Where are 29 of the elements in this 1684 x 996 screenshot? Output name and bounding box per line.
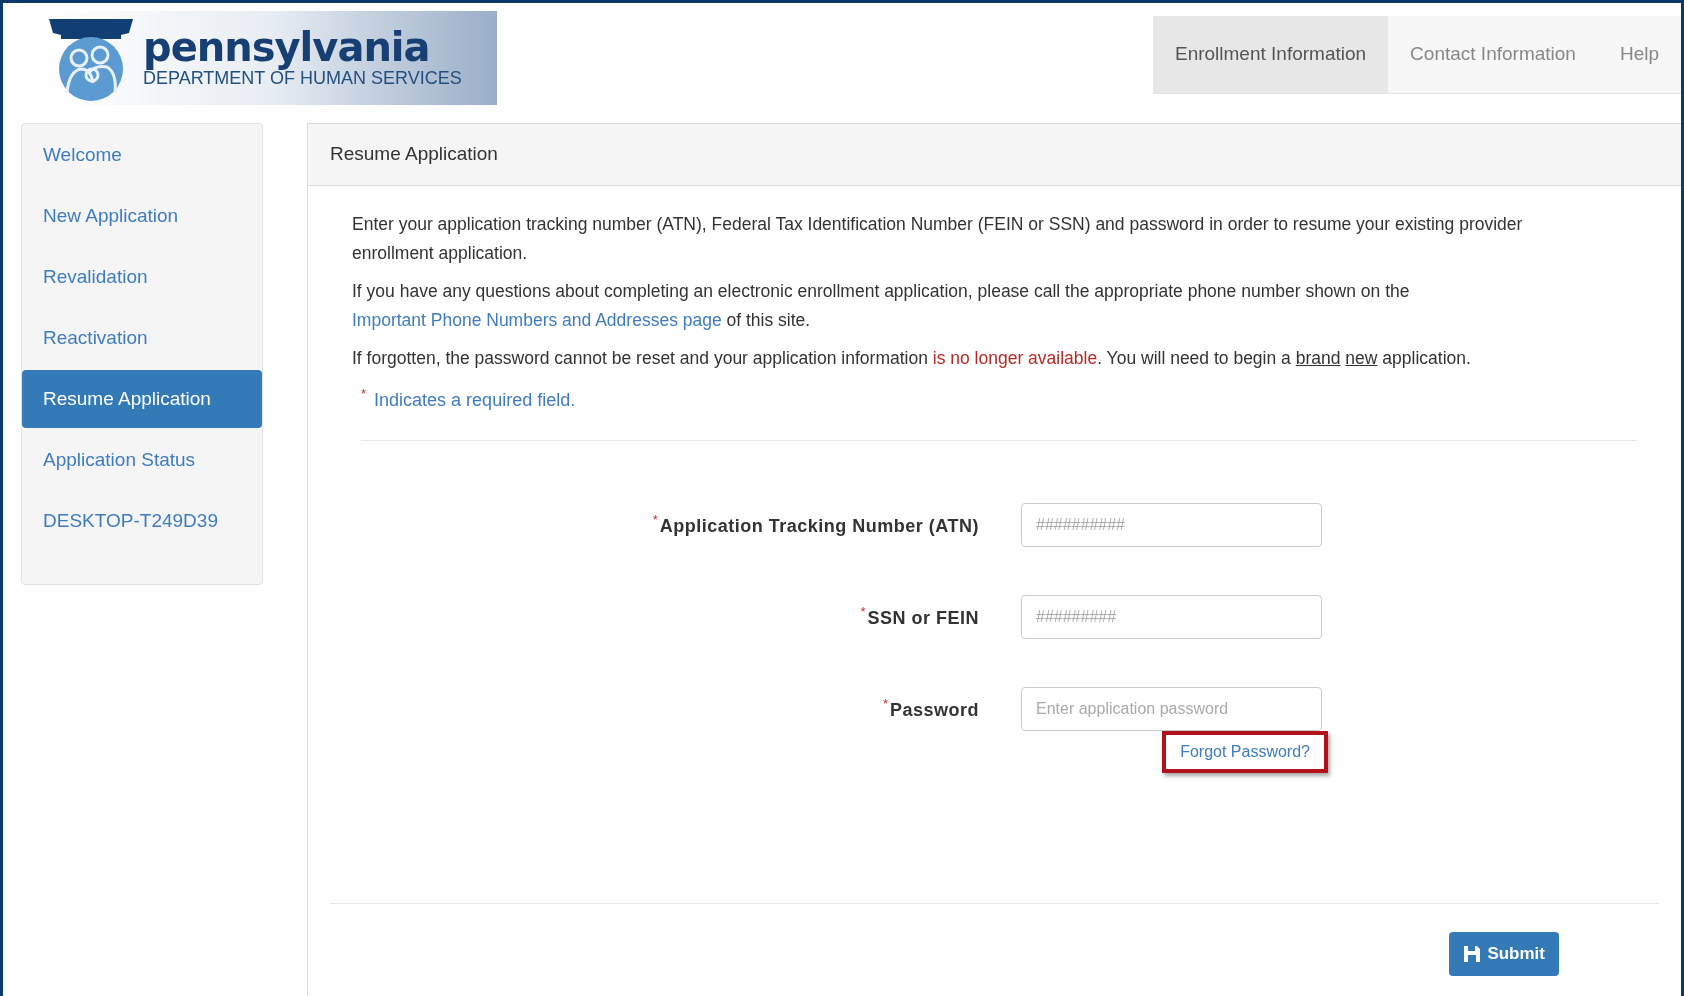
sidebar-item[interactable]: Resume Application <box>22 370 262 428</box>
sidebar-item[interactable]: Revalidation <box>22 248 262 306</box>
required-asterisk: * <box>652 513 658 526</box>
input-field[interactable]: ########## <box>1021 503 1322 547</box>
phone-numbers-link[interactable]: Important Phone Numbers and Addresses page <box>352 310 722 330</box>
nav-tab[interactable]: Help <box>1597 16 1681 93</box>
panel-title: Resume Application <box>308 124 1681 186</box>
paragraph: Enter your application tracking number (ATN), Federal Tax Identification Number (FEIN or SSN) and password in order to resume your existing provider enrollment application. <box>352 213 1524 265</box>
paragraph: If forgotten, the password cannot be reset and your application information is no longer available. You will need to begin a brand new application. <box>352 347 1472 370</box>
nav-tab[interactable]: Enrollment Information <box>1152 16 1389 93</box>
field-label: SSN or FEIN <box>867 607 979 630</box>
sidebar-item[interactable]: New Application <box>22 187 262 245</box>
input-field[interactable]: Enter application password <box>1021 687 1322 731</box>
nav-tab[interactable]: Contact Information <box>1388 16 1598 93</box>
submit-button[interactable]: Submit <box>1449 932 1559 976</box>
save-icon <box>1463 945 1482 963</box>
forgot-password-link[interactable]: Forgot Password? <box>1180 743 1310 760</box>
field-label: Application Tracking Number (ATN) <box>659 515 979 538</box>
required-note: Indicates a required field. <box>374 389 576 412</box>
sidebar-item[interactable]: Reactivation <box>22 309 262 367</box>
input-field[interactable]: ######### <box>1021 595 1322 639</box>
required-asterisk: * <box>882 697 888 710</box>
required-asterisk: * <box>860 605 866 618</box>
sidebar-item[interactable]: DESKTOP-T249D39 <box>22 492 262 550</box>
sidebar-item[interactable]: Welcome <box>22 126 262 184</box>
paragraph: If you have any questions about completing an electronic enrollment application, please call the appropriate phone number shown on the Important Phone Numbers and Addresses page of this site. <box>352 280 1411 332</box>
required-asterisk: * <box>361 387 367 400</box>
sidebar-item[interactable]: Application Status <box>22 431 262 489</box>
field-label: Password <box>889 699 979 722</box>
